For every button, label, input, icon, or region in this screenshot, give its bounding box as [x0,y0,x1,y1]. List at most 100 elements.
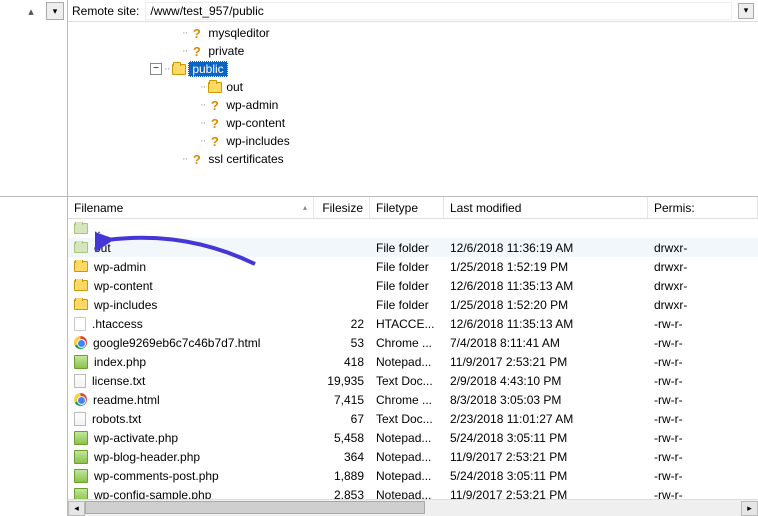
file-row[interactable]: wp-comments-post.php1,889Notepad...5/24/… [68,466,758,485]
file-name: readme.html [93,393,160,407]
file-permissions: -rw-r- [648,374,758,388]
tree-item[interactable]: ·· ?wp-includes [68,132,758,150]
local-collapsed-pane: ▴ ▾ [0,0,68,196]
col-permissions[interactable]: Permis: [648,197,758,218]
file-type: Chrome ... [370,336,444,350]
unknown-folder-icon: ? [207,134,222,148]
file-list-header[interactable]: Filename ▴ Filesize Filetype Last modifi… [68,197,758,219]
file-name: wp-blog-header.php [94,450,200,464]
folder-icon [74,223,88,234]
file-size: 53 [314,336,370,350]
file-row[interactable]: robots.txt67Text Doc...2/23/2018 11:01:2… [68,409,758,428]
file-row[interactable]: out File folder12/6/2018 11:36:19 AMdrwxr… [68,238,758,257]
col-filesize[interactable]: Filesize [314,197,370,218]
file-name: out [94,241,111,255]
tree-item-label: private [206,44,246,58]
file-type: Text Doc... [370,412,444,426]
file-name: wp-includes [94,298,157,312]
tree-item[interactable]: ·· ?wp-content [68,114,758,132]
file-size: 19,935 [314,374,370,388]
file-modified: 12/6/2018 11:36:19 AM [444,241,648,255]
file-name: .. [94,222,101,236]
file-modified: 11/9/2017 2:53:21 PM [444,488,648,500]
file-icon [74,317,86,331]
scroll-right-button[interactable]: ▸ [741,501,758,516]
file-size: 418 [314,355,370,369]
file-modified: 12/6/2018 11:35:13 AM [444,279,648,293]
file-type: File folder [370,241,444,255]
folder-icon [207,80,222,94]
file-row[interactable]: .htaccess22HTACCE...12/6/2018 11:35:13 A… [68,314,758,333]
file-permissions: drwxr- [648,241,758,255]
file-row[interactable]: wp-adminFile folder1/25/2018 1:52:19 PMd… [68,257,758,276]
col-filename[interactable]: Filename ▴ [68,197,314,218]
remote-tree[interactable]: ·· ?mysqleditor·· ?private−·· public·· o… [68,22,758,196]
chrome-icon [74,336,87,349]
file-modified: 11/9/2017 2:53:21 PM [444,450,648,464]
file-permissions: -rw-r- [648,469,758,483]
file-row[interactable]: google9269eb6c7c46b7d7.html53Chrome ...7… [68,333,758,352]
sort-icon: ▴ [22,2,40,20]
file-type: Notepad... [370,469,444,483]
file-modified: 2/9/2018 4:43:10 PM [444,374,648,388]
tree-item[interactable]: ·· ?ssl certificates [68,150,758,168]
tree-item-label: wp-content [224,116,287,130]
tree-item-label: out [224,80,245,94]
file-modified: 5/24/2018 3:05:11 PM [444,469,648,483]
file-permissions: drwxr- [648,260,758,274]
file-row[interactable]: wp-includesFile folder1/25/2018 1:52:20 … [68,295,758,314]
code-file-icon [74,469,88,483]
text-file-icon [74,374,86,388]
folder-icon [171,62,186,76]
horizontal-scrollbar[interactable]: ◂ ▸ [68,499,758,516]
file-type: HTACCE... [370,317,444,331]
file-row[interactable]: wp-blog-header.php364Notepad...11/9/2017… [68,447,758,466]
file-permissions: drwxr- [648,298,758,312]
tree-item[interactable]: −·· public [68,60,758,78]
file-row[interactable]: wp-contentFile folder12/6/2018 11:35:13 … [68,276,758,295]
file-modified: 5/24/2018 3:05:11 PM [444,431,648,445]
scroll-track[interactable] [85,501,741,516]
tree-item-label: wp-admin [224,98,280,112]
file-type: Notepad... [370,488,444,500]
file-row[interactable]: license.txt19,935Text Doc...2/9/2018 4:4… [68,371,758,390]
file-permissions: -rw-r- [648,431,758,445]
file-row[interactable]: .. [68,219,758,238]
tree-item[interactable]: ·· ?mysqleditor [68,24,758,42]
file-row[interactable]: wp-activate.php5,458Notepad...5/24/2018 … [68,428,758,447]
file-type: File folder [370,298,444,312]
tree-item[interactable]: ·· ?private [68,42,758,60]
unknown-folder-icon: ? [189,44,204,58]
tree-item[interactable]: ·· out [68,78,758,96]
unknown-folder-icon: ? [189,26,204,40]
file-size: 2,853 [314,488,370,500]
file-row[interactable]: index.php418Notepad...11/9/2017 2:53:21 … [68,352,758,371]
tree-item[interactable]: ·· ?wp-admin [68,96,758,114]
file-type: Notepad... [370,450,444,464]
file-list[interactable]: ..outFile folder12/6/2018 11:36:19 AMdrw… [68,219,758,499]
file-size: 67 [314,412,370,426]
collapse-icon[interactable]: − [150,63,162,75]
file-name: wp-activate.php [94,431,178,445]
file-modified: 11/9/2017 2:53:21 PM [444,355,648,369]
remote-site-bar: Remote site: ▾ [68,0,758,22]
local-dropdown[interactable]: ▾ [46,2,64,20]
file-type: Notepad... [370,431,444,445]
file-type: Notepad... [370,355,444,369]
folder-icon [74,299,88,310]
col-last-modified[interactable]: Last modified [444,197,648,218]
remote-path-dropdown[interactable]: ▾ [738,3,754,19]
file-type: Text Doc... [370,374,444,388]
file-name: wp-admin [94,260,146,274]
scroll-left-button[interactable]: ◂ [68,501,85,516]
unknown-folder-icon: ? [189,152,204,166]
file-row[interactable]: readme.html7,415Chrome ...8/3/2018 3:05:… [68,390,758,409]
remote-path-input[interactable] [145,2,732,20]
unknown-folder-icon: ? [207,98,222,112]
scroll-thumb[interactable] [85,501,425,514]
col-filetype[interactable]: Filetype [370,197,444,218]
local-files-pane [0,197,68,516]
file-row[interactable]: wp-config-sample.php2,853Notepad...11/9/… [68,485,758,499]
file-type: Chrome ... [370,393,444,407]
file-name: wp-content [94,279,153,293]
